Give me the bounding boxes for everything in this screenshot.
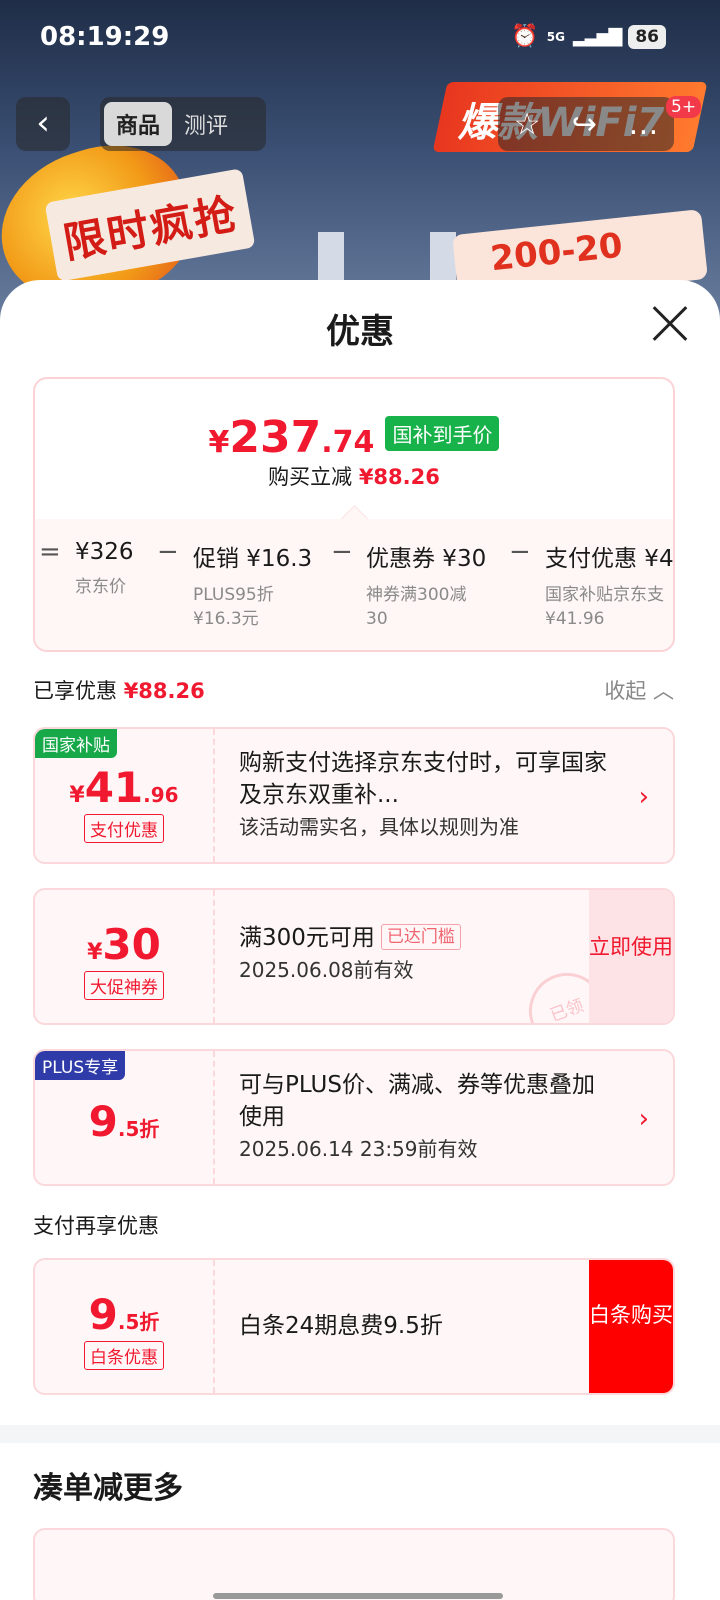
- formula-head: ¥326: [75, 539, 134, 565]
- message-badge: 5+: [666, 96, 702, 118]
- price-symbol: ¥: [208, 425, 230, 460]
- tab-bar: 商品 测评: [100, 97, 266, 151]
- collapse-label: 收起: [604, 679, 647, 703]
- coupon-card: ¥30 大促神券 满300元可用 已达门槛 2025.06.08前有效 已领 立即…: [33, 888, 675, 1025]
- pay-section-title: 支付再享优惠: [33, 1214, 159, 1238]
- more-card[interactable]: [33, 1528, 675, 1600]
- formula-sub: PLUS95折 ¥16.3元: [193, 585, 274, 629]
- more-icon[interactable]: …: [628, 107, 658, 142]
- plus-card[interactable]: 9.5折 PLUS专享 可与PLUS价、满减、券等优惠叠加使用 2025.06.…: [33, 1049, 675, 1186]
- formula-item: 促销 ¥16.3 PLUS95折 ¥16.3元: [193, 539, 312, 631]
- sheet-title: 优惠: [326, 312, 394, 352]
- reduce-value: ¥88.26: [358, 465, 440, 489]
- star-icon[interactable]: ☆: [514, 107, 541, 142]
- tab-review[interactable]: 测评: [172, 102, 240, 146]
- card-line1: 购新支付选择京东支付时，可享国家及京东双重补...: [239, 750, 607, 808]
- formula-item: ¥326 京东价: [75, 539, 134, 599]
- formula-sub: 国家补贴京东支 ¥41.96: [545, 585, 664, 629]
- formula-sub: 京东价: [75, 577, 126, 597]
- close-icon[interactable]: [650, 304, 690, 344]
- top-actions: ☆ ↪ …: [498, 97, 674, 151]
- chevron-right-icon[interactable]: ›: [639, 782, 649, 812]
- reduce-label: 购买立减: [268, 465, 353, 489]
- discount-sheet: 优惠 ¥237.74 国补到手价 购买立减 ¥88.26 = ¥326 京东价 …: [0, 280, 720, 1600]
- formula-item: 优惠券 ¥30 神券满300减 30: [366, 539, 486, 631]
- card-line2: 2025.06.14 23:59前有效: [239, 1137, 478, 1161]
- card-line1: 满300元可用: [239, 925, 375, 951]
- card-description: 白条24期息费9.5折: [239, 1310, 613, 1342]
- formula-sub: 神券满300减 30: [366, 585, 467, 629]
- card-amount: 9.5折: [88, 1097, 160, 1146]
- home-indicator[interactable]: [213, 1593, 503, 1599]
- price-summary: ¥237.74 国补到手价 购买立减 ¥88.26 = ¥326 京东价 − 促…: [33, 377, 675, 652]
- back-button[interactable]: ‹: [16, 97, 70, 151]
- price-decimal: .74: [321, 425, 375, 460]
- card-type-label: 支付优惠: [84, 814, 164, 843]
- baitiao-buy-button[interactable]: 白条购买: [589, 1260, 673, 1393]
- chevron-up-icon: ︿: [653, 679, 674, 703]
- formula-operator: −: [509, 537, 531, 567]
- tab-product[interactable]: 商品: [104, 102, 173, 146]
- card-amount: ¥41.96: [69, 763, 179, 812]
- card-amount-area: 9.5折 白条优惠: [35, 1260, 215, 1393]
- card-description: 购新支付选择京东支付时，可享国家及京东双重补... 该活动需实名，具体以规则为准: [239, 747, 613, 843]
- card-amount: 9.5折: [88, 1290, 160, 1339]
- formula-head: 促销 ¥16.3: [193, 546, 313, 572]
- enjoyed-label: 已享优惠: [33, 679, 117, 703]
- section-divider: [0, 1425, 720, 1443]
- enjoyed-value: ¥88.26: [123, 679, 205, 703]
- final-price: ¥237.74 国补到手价: [35, 412, 673, 463]
- formula-head: 优惠券 ¥30: [366, 546, 487, 572]
- formula-operator: −: [331, 537, 353, 567]
- subsidy-card[interactable]: ¥41.96 支付优惠 国家补贴 购新支付选择京东支付时，可享国家及京东双重补.…: [33, 727, 675, 864]
- formula-operator: =: [39, 537, 61, 567]
- alarm-icon: ⏰: [511, 24, 539, 49]
- threshold-badge: 已达门槛: [380, 924, 461, 950]
- status-time: 08:19:29: [40, 22, 170, 52]
- network-label: 5G: [546, 29, 565, 44]
- card-line1: 白条24期息费9.5折: [239, 1313, 443, 1339]
- card-type-label: 白条优惠: [84, 1341, 164, 1370]
- corner-tag: 国家补贴: [35, 729, 117, 758]
- chevron-right-icon[interactable]: ›: [639, 1104, 649, 1134]
- formula-item: 支付优惠 ¥4 国家补贴京东支 ¥41.96: [545, 539, 674, 631]
- formula-operator: −: [157, 537, 179, 567]
- chevron-left-icon: ‹: [36, 103, 50, 143]
- collapse-toggle[interactable]: 收起 ︿: [604, 675, 674, 705]
- card-line2: 该活动需实名，具体以规则为准: [239, 815, 519, 839]
- status-icons: ⏰ 5G ▂▃▅▇ 86: [511, 24, 666, 49]
- baitiao-card: 9.5折 白条优惠 白条24期息费9.5折 白条购买: [33, 1258, 675, 1395]
- reduce-line: 购买立减 ¥88.26: [35, 461, 673, 491]
- card-type-label: 大促神券: [84, 971, 164, 1000]
- formula-head: 支付优惠 ¥4: [545, 546, 674, 572]
- card-amount-area: ¥30 大促神券: [35, 890, 215, 1023]
- card-description: 可与PLUS价、满减、券等优惠叠加使用 2025.06.14 23:59前有效: [239, 1069, 613, 1165]
- price-integer: 237: [229, 412, 322, 463]
- battery-indicator: 86: [628, 24, 666, 49]
- enjoyed-discount: 已享优惠 ¥88.26: [33, 675, 205, 705]
- share-icon[interactable]: ↪: [572, 107, 597, 142]
- subsidy-price-tag: 国补到手价: [385, 416, 500, 451]
- corner-tag: PLUS专享: [35, 1051, 126, 1080]
- signal-icon: ▂▃▅▇: [572, 26, 622, 47]
- card-line1: 可与PLUS价、满减、券等优惠叠加使用: [239, 1072, 595, 1130]
- price-formula: = ¥326 京东价 − 促销 ¥16.3 PLUS95折 ¥16.3元 − 优惠…: [35, 519, 674, 650]
- use-now-button[interactable]: 立即使用: [589, 890, 673, 1023]
- card-amount: ¥30: [87, 920, 161, 969]
- more-section-title: 凑单减更多: [33, 1471, 183, 1506]
